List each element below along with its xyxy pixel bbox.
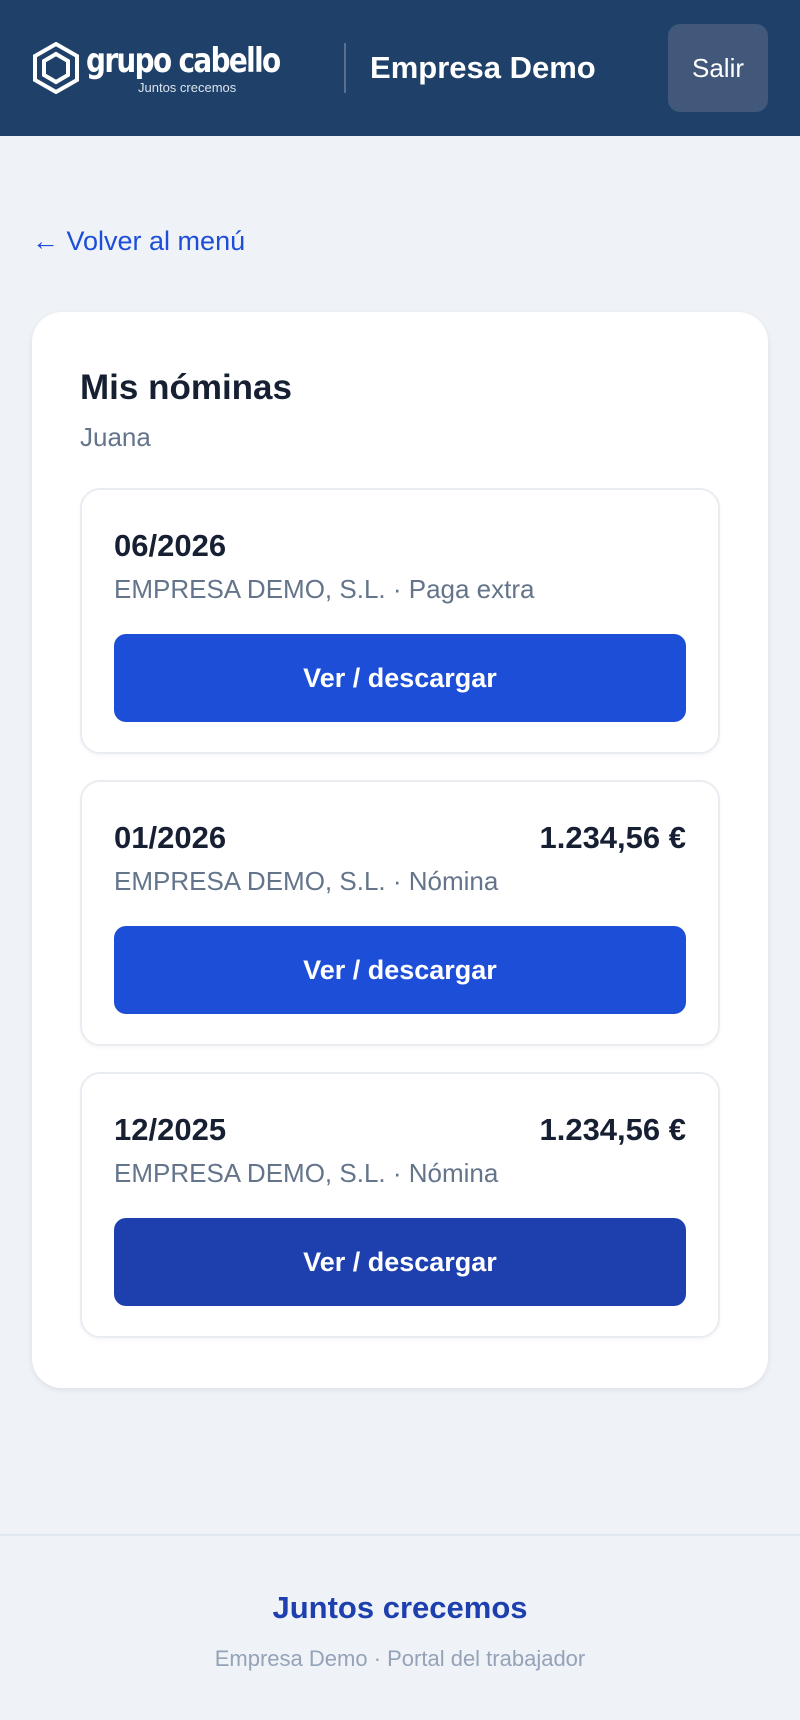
- header-divider: [344, 43, 347, 93]
- view-download-button[interactable]: Ver / descargar: [114, 926, 686, 1014]
- app-header: grupo cabello Juntos crecemos Empresa De…: [0, 0, 800, 136]
- logo-name: grupo cabello: [86, 40, 281, 81]
- hexagon-logo-icon: [33, 42, 79, 94]
- payslip-amount: 1.234,56 €: [539, 1112, 686, 1147]
- payslips-card: Mis nóminas Juana 06/2026 EMPRESA DEMO, …: [32, 312, 768, 1388]
- payslip-period: 12/2025: [114, 1112, 227, 1147]
- payslip-description: EMPRESA DEMO, S.L. · Nómina: [114, 866, 499, 896]
- employee-name: Juana: [80, 422, 151, 452]
- payslip-description: EMPRESA DEMO, S.L. · Paga extra: [114, 574, 535, 604]
- payslip-item: 12/2025 1.234,56 € EMPRESA DEMO, S.L. · …: [80, 1072, 720, 1338]
- payslip-amount: 1.234,56 €: [539, 820, 686, 855]
- logout-button[interactable]: Salir: [668, 24, 768, 112]
- company-name: Empresa Demo: [370, 50, 596, 85]
- brand-logo: grupo cabello Juntos crecemos: [32, 42, 322, 95]
- page-title: Mis nóminas: [80, 368, 292, 407]
- logo-tagline: Juntos crecemos: [138, 79, 237, 95]
- view-download-button[interactable]: Ver / descargar: [114, 1218, 686, 1306]
- payslip-description: EMPRESA DEMO, S.L. · Nómina: [114, 1158, 499, 1188]
- payslip-period: 01/2026: [114, 820, 227, 855]
- footer-slogan: Juntos crecemos: [272, 1590, 528, 1625]
- payslip-item: 01/2026 1.234,56 € EMPRESA DEMO, S.L. · …: [80, 780, 720, 1046]
- payslip-period: 06/2026: [114, 528, 227, 563]
- back-to-menu-link[interactable]: ← Volver al menú: [32, 226, 245, 257]
- view-download-button[interactable]: Ver / descargar: [114, 634, 686, 722]
- payslip-item: 06/2026 EMPRESA DEMO, S.L. · Paga extra …: [80, 488, 720, 754]
- page-footer: Juntos crecemos Empresa Demo · Portal de…: [0, 1534, 800, 1720]
- footer-subtitle: Empresa Demo · Portal del trabajador: [214, 1646, 586, 1671]
